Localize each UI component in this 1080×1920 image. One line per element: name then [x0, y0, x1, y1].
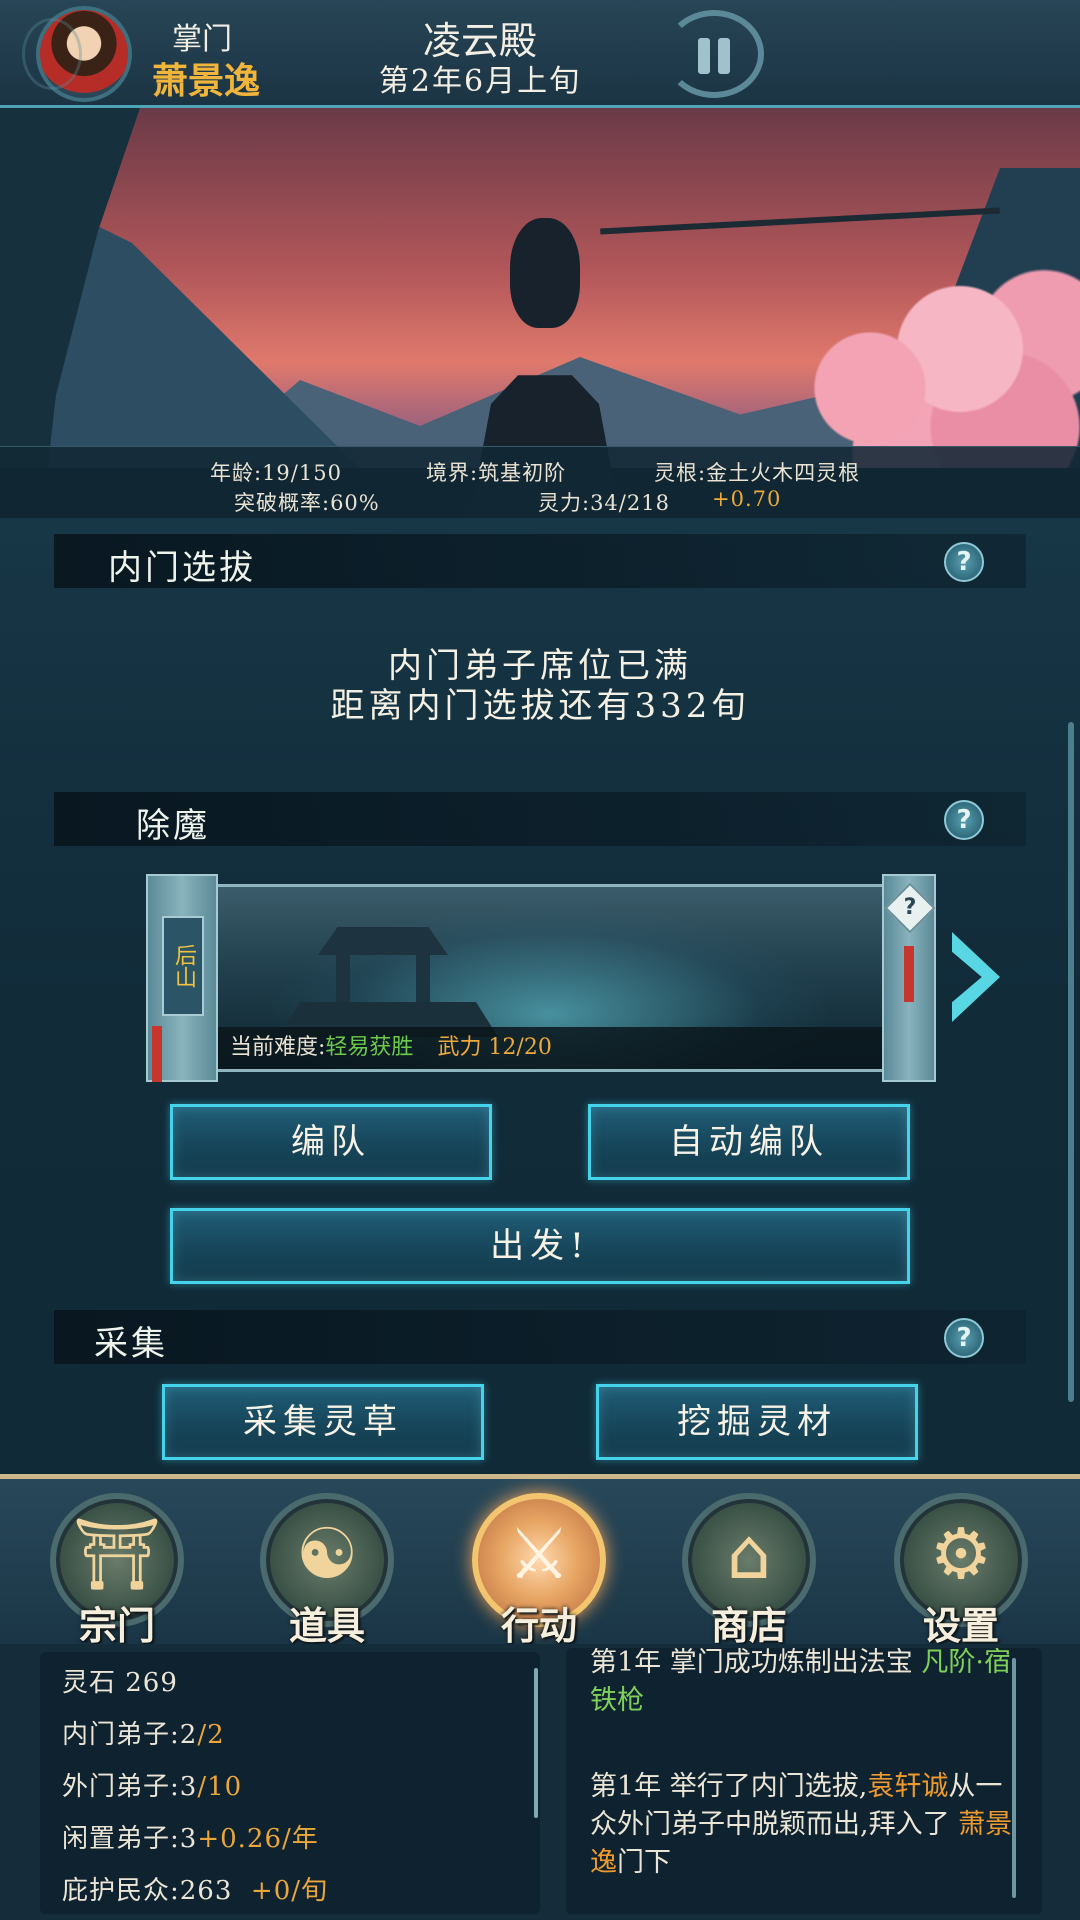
- dig-materials-button[interactable]: 挖掘灵材: [596, 1384, 918, 1460]
- mystery-mark: ?: [903, 895, 917, 920]
- scroll-right-roller: ?: [882, 874, 936, 1082]
- pause-button[interactable]: [660, 8, 766, 100]
- idle-disciples-count: 闲置弟子:3: [62, 1824, 198, 1854]
- scroll-left-roller: 后山: [146, 874, 218, 1082]
- nav-label: 宗门: [78, 1603, 155, 1648]
- pause-icon: [698, 38, 710, 74]
- pause-ring-decoration: [664, 10, 764, 98]
- resource-panel: 灵石 269 内门弟子:2/2 外门弟子:3/10 闲置弟子:3+0.26/年 …: [40, 1652, 540, 1914]
- event-log[interactable]: 第1年 掌门成功炼制出法宝 凡阶·宿铁枪 第1年 举行了内门选拔,袁轩诚从一众外…: [566, 1648, 1042, 1914]
- pause-icon-bar: [718, 38, 730, 74]
- difficulty-label: 当前难度:: [230, 1035, 326, 1060]
- inner-disciples: 内门弟子:2/2: [62, 1714, 225, 1751]
- spirit-power-stat: 灵力:34/218: [538, 491, 670, 515]
- spirit-power-rate: +0.70: [712, 487, 782, 511]
- log-entry: 第1年 掌门成功炼制出法宝 凡阶·宿铁枪: [590, 1648, 1020, 1720]
- mission-location-image: 当前难度:轻易获胜 武力 12/20: [218, 884, 882, 1072]
- section-title: 内门选拔: [108, 548, 256, 588]
- action-sword-icon: ⚔: [507, 1513, 571, 1595]
- log-entry-text: 第1年 掌门成功炼制出法宝: [590, 1648, 913, 1678]
- sect-gate-icon: ⛩: [72, 1513, 162, 1595]
- meditating-figure-head: [510, 218, 580, 328]
- blossom-branch: [600, 207, 1000, 235]
- bottom-nav: ⛩ 宗门 ☯ 道具 ⚔ 行动 ⌂ 商店 ⚙ 设置: [0, 1474, 1080, 1648]
- outer-disciples-count: 外门弟子:3: [62, 1772, 198, 1802]
- nav-shop[interactable]: ⌂ 商店: [674, 1493, 824, 1648]
- auto-team-button[interactable]: 自动编队: [588, 1104, 910, 1180]
- log-scrollbar[interactable]: [1012, 1658, 1016, 1898]
- help-icon[interactable]: ?: [944, 542, 984, 582]
- difficulty-value: 轻易获胜: [325, 1035, 414, 1060]
- section-title: 采集: [94, 1324, 168, 1364]
- inner-disciples-count: 内门弟子:2: [62, 1720, 198, 1750]
- section-title: 除魔: [136, 806, 210, 846]
- log-entry: 第1年 举行了内门选拔,袁轩诚从一众外门弟子中脱颖而出,拜入了 萧景逸门下: [590, 1768, 1020, 1882]
- nav-label: 行动: [500, 1603, 577, 1648]
- nav-label: 商店: [710, 1603, 787, 1648]
- protected-people: 庇护民众:263 +0/旬: [62, 1870, 328, 1907]
- mission-card[interactable]: 后山 当前难度:轻易获胜 武力 12/20 ?: [146, 874, 936, 1082]
- tassel-decoration: [152, 1026, 162, 1082]
- bottom-info: 灵石 269 内门弟子:2/2 外门弟子:3/10 闲置弟子:3+0.26/年 …: [0, 1644, 1080, 1920]
- mission-info-bar: 当前难度:轻易获胜 武力 12/20: [218, 1027, 882, 1069]
- nav-items[interactable]: ☯ 道具: [252, 1493, 402, 1648]
- nav-settings[interactable]: ⚙ 设置: [886, 1493, 1036, 1648]
- mystery-icon[interactable]: ?: [884, 882, 936, 934]
- game-date: 第2年6月上旬: [378, 64, 582, 99]
- section-inner-selection: 内门选拔 ?: [54, 534, 1026, 588]
- power-requirement: 武力 12/20: [437, 1035, 552, 1060]
- section-demon-slaying: 除魔 ?: [54, 792, 1026, 846]
- section-gathering: 采集 ?: [54, 1310, 1026, 1364]
- help-icon[interactable]: ?: [944, 800, 984, 840]
- next-location-button[interactable]: [944, 922, 1008, 1032]
- panel-scrollbar[interactable]: [1068, 722, 1074, 1402]
- spirit-root-stat: 灵根:金土火木四灵根: [654, 461, 861, 485]
- nav-label: 道具: [288, 1603, 365, 1648]
- inner-selection-countdown: 距离内门选拔还有332旬: [330, 686, 750, 726]
- chevron-right-icon: [952, 932, 1000, 1022]
- nav-sect[interactable]: ⛩ 宗门: [42, 1493, 192, 1648]
- log-entry-text: 第1年 举行了内门选拔,: [590, 1771, 868, 1802]
- help-icon[interactable]: ?: [944, 1318, 984, 1358]
- outer-disciples-cap: /10: [197, 1772, 243, 1802]
- gate-roof: [318, 927, 448, 955]
- protected-people-rate: +0/旬: [250, 1876, 329, 1906]
- idle-disciples-rate: +0.26/年: [197, 1824, 319, 1854]
- team-button[interactable]: 编队: [170, 1104, 492, 1180]
- log-disciple-name: 袁轩诚: [867, 1771, 949, 1802]
- nav-label: 设置: [922, 1603, 999, 1648]
- gather-herbs-button[interactable]: 采集灵草: [162, 1384, 484, 1460]
- panel-divider: [534, 1668, 538, 1818]
- character-stats: 年龄:19/150 境界:筑基初阶 灵根:金土火木四灵根 突破概率:60% 灵力…: [0, 446, 1080, 518]
- nav-action[interactable]: ⚔ 行动: [464, 1493, 614, 1648]
- age-stat: 年龄:19/150: [210, 461, 342, 485]
- item-bag-icon: ☯: [295, 1513, 359, 1595]
- depart-button[interactable]: 出发!: [170, 1208, 910, 1284]
- shop-icon: ⌂: [726, 1513, 772, 1595]
- log-entry-text: 门下: [617, 1847, 671, 1878]
- outer-disciples: 外门弟子:3/10: [62, 1766, 242, 1803]
- tassel-decoration: [904, 946, 914, 1002]
- top-bar: 掌门 萧景逸 凌云殿 第2年6月上旬: [0, 0, 1080, 108]
- settings-gear-icon: ⚙: [929, 1513, 993, 1595]
- protected-people-count: 庇护民众:263: [62, 1876, 233, 1906]
- realm-stat: 境界:筑基初阶: [426, 461, 567, 485]
- breakthrough-stat: 突破概率:60%: [234, 491, 380, 515]
- location-tag: 后山: [162, 916, 204, 1016]
- idle-disciples: 闲置弟子:3+0.26/年: [62, 1818, 319, 1855]
- inner-disciples-cap: /2: [197, 1720, 225, 1750]
- spirit-stones: 灵石 269: [62, 1668, 178, 1698]
